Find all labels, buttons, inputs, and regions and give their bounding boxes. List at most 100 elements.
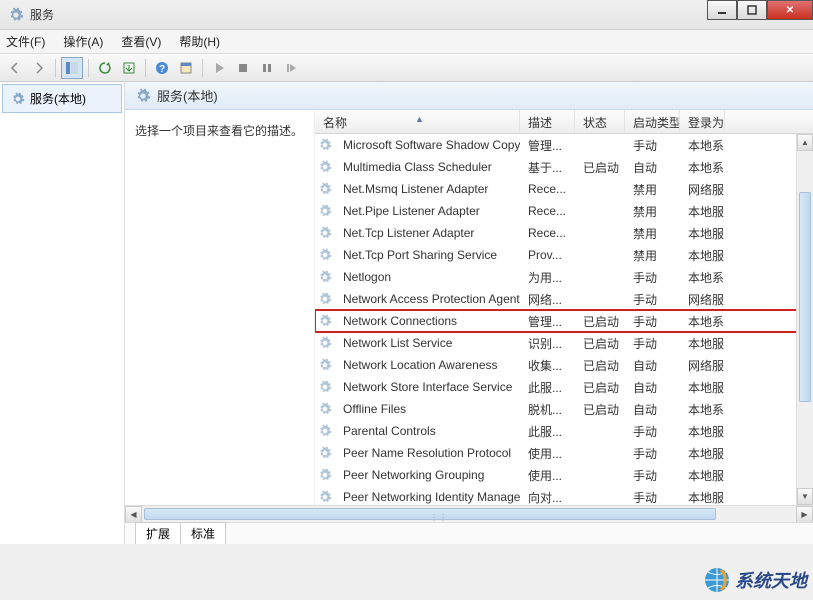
service-row[interactable]: Net.Tcp Listener AdapterRece...禁用本地服 [315, 222, 813, 244]
service-desc: 网络... [520, 291, 575, 308]
service-row[interactable]: Net.Pipe Listener AdapterRece...禁用本地服 [315, 200, 813, 222]
refresh-button[interactable] [94, 57, 116, 79]
service-row[interactable]: Network Access Protection Agent网络...手动网络… [315, 288, 813, 310]
service-name: Net.Msmq Listener Adapter [335, 182, 520, 196]
service-desc: 使用... [520, 445, 575, 462]
column-startup-type[interactable]: 启动类型 [625, 110, 680, 133]
show-hide-tree-button[interactable] [61, 57, 83, 79]
minimize-button[interactable] [707, 0, 737, 20]
vertical-scrollbar[interactable]: ▲ ▼ [796, 134, 813, 505]
service-row[interactable]: Peer Networking Identity Manager向对...手动本… [315, 486, 813, 505]
service-status: 已启动 [575, 335, 625, 352]
service-row[interactable]: Net.Tcp Port Sharing ServiceProv...禁用本地服 [315, 244, 813, 266]
maximize-button[interactable] [737, 0, 767, 20]
column-description[interactable]: 描述 [520, 110, 575, 133]
service-gear-icon [315, 446, 335, 460]
service-row[interactable]: Offline Files脱机...已启动自动本地系 [315, 398, 813, 420]
svg-text:?: ? [159, 64, 165, 75]
gear-icon [135, 88, 151, 104]
service-startup: 手动 [625, 489, 680, 506]
scroll-left-button[interactable]: ◀ [125, 506, 142, 523]
scrollbar-thumb[interactable] [799, 192, 811, 402]
service-desc: 为用... [520, 269, 575, 286]
gear-icon [8, 7, 24, 23]
service-name: Peer Name Resolution Protocol [335, 446, 520, 460]
service-name: Net.Tcp Listener Adapter [335, 226, 520, 240]
menu-help[interactable]: 帮助(H) [179, 33, 220, 50]
service-row[interactable]: Network Connections管理...已启动手动本地系 [315, 310, 813, 332]
sort-indicator-icon: ▲ [415, 114, 424, 124]
service-logon: 本地服 [680, 467, 725, 484]
service-logon: 本地服 [680, 247, 725, 264]
column-status[interactable]: 状态 [575, 110, 625, 133]
menu-view[interactable]: 查看(V) [121, 33, 161, 50]
help-button[interactable]: ? [151, 57, 173, 79]
service-startup: 手动 [625, 291, 680, 308]
service-name: Microsoft Software Shadow Copy ... [335, 138, 520, 152]
service-row[interactable]: Network Location Awareness收集...已启动自动网络服 [315, 354, 813, 376]
service-gear-icon [315, 226, 335, 240]
service-logon: 本地服 [680, 379, 725, 396]
horizontal-scrollbar[interactable]: ◀ ⋮⋮ ▶ [125, 505, 813, 522]
restart-service-button[interactable] [280, 57, 302, 79]
service-name: Net.Pipe Listener Adapter [335, 204, 520, 218]
service-name: Net.Tcp Port Sharing Service [335, 248, 520, 262]
service-row[interactable]: Microsoft Software Shadow Copy ...管理...手… [315, 134, 813, 156]
service-name: Offline Files [335, 402, 520, 416]
service-name: Network Access Protection Agent [335, 292, 520, 306]
service-startup: 手动 [625, 423, 680, 440]
back-button[interactable] [4, 57, 26, 79]
stop-service-button[interactable] [232, 57, 254, 79]
window-title: 服务 [30, 6, 54, 23]
service-row[interactable]: Network Store Interface Service此服...已启动自… [315, 376, 813, 398]
close-button[interactable]: ✕ [767, 0, 813, 20]
service-name: Parental Controls [335, 424, 520, 438]
column-headers: 名称▲ 描述 状态 启动类型 登录为 [315, 110, 813, 134]
watermark: 系统天地 [703, 566, 807, 594]
service-name: Netlogon [335, 270, 520, 284]
service-desc: 管理... [520, 313, 575, 330]
service-gear-icon [315, 424, 335, 438]
start-service-button[interactable] [208, 57, 230, 79]
service-desc: Prov... [520, 248, 575, 262]
service-row[interactable]: Peer Networking Grouping使用...手动本地服 [315, 464, 813, 486]
scroll-right-button[interactable]: ▶ [796, 506, 813, 523]
scrollbar-thumb-h[interactable]: ⋮⋮ [144, 508, 716, 520]
service-logon: 本地服 [680, 445, 725, 462]
service-startup: 自动 [625, 379, 680, 396]
service-status: 已启动 [575, 401, 625, 418]
service-row[interactable]: Net.Msmq Listener AdapterRece...禁用网络服 [315, 178, 813, 200]
service-status: 已启动 [575, 313, 625, 330]
service-gear-icon [315, 380, 335, 394]
service-gear-icon [315, 270, 335, 284]
service-row[interactable]: Netlogon为用...手动本地系 [315, 266, 813, 288]
menu-file[interactable]: 文件(F) [6, 33, 45, 50]
pause-service-button[interactable] [256, 57, 278, 79]
globe-icon [703, 566, 731, 594]
properties-button[interactable] [175, 57, 197, 79]
column-name[interactable]: 名称▲ [315, 110, 520, 133]
export-list-button[interactable] [118, 57, 140, 79]
service-logon: 本地系 [680, 159, 725, 176]
forward-button[interactable] [28, 57, 50, 79]
column-logon[interactable]: 登录为 [680, 110, 725, 133]
service-startup: 禁用 [625, 203, 680, 220]
service-logon: 本地服 [680, 203, 725, 220]
service-desc: 管理... [520, 137, 575, 154]
menu-action[interactable]: 操作(A) [63, 33, 103, 50]
service-startup: 手动 [625, 269, 680, 286]
service-startup: 禁用 [625, 225, 680, 242]
service-gear-icon [315, 182, 335, 196]
service-row[interactable]: Peer Name Resolution Protocol使用...手动本地服 [315, 442, 813, 464]
service-row[interactable]: Network List Service识别...已启动手动本地服 [315, 332, 813, 354]
service-row[interactable]: Multimedia Class Scheduler基于...已启动自动本地系 [315, 156, 813, 178]
service-row[interactable]: Parental Controls此服...手动本地服 [315, 420, 813, 442]
scroll-up-button[interactable]: ▲ [797, 134, 813, 151]
service-startup: 手动 [625, 467, 680, 484]
service-gear-icon [315, 402, 335, 416]
scroll-down-button[interactable]: ▼ [797, 488, 813, 505]
service-desc: 使用... [520, 467, 575, 484]
tab-extended[interactable]: 扩展 [135, 522, 181, 544]
tab-standard[interactable]: 标准 [180, 522, 226, 544]
tree-item-services-local[interactable]: 服务(本地) [2, 84, 122, 113]
